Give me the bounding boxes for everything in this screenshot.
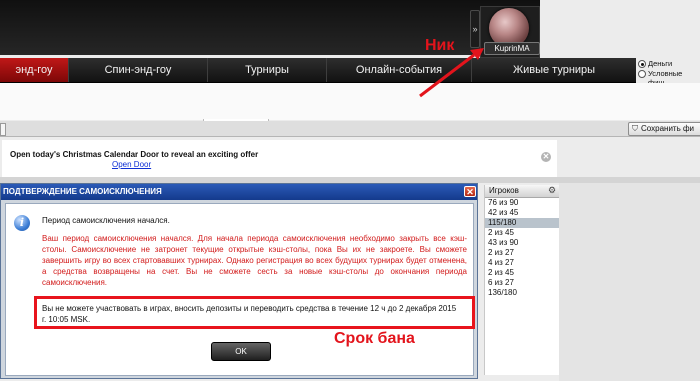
save-filter-button[interactable]: ⛉ Сохранить фи: [628, 122, 700, 136]
radio-selected-icon[interactable]: [638, 60, 646, 68]
toolbar-toggle-button[interactable]: [0, 123, 6, 136]
ok-button[interactable]: OK: [211, 342, 271, 361]
players-column: Игроков ⚙ 76 из 90 42 из 45 115/180 2 из…: [484, 185, 559, 375]
annotation-ban-term: Срок бана: [334, 330, 415, 347]
tab-live-tournaments[interactable]: Живые турниры: [472, 58, 636, 82]
table-row[interactable]: 42 из 45: [485, 208, 559, 218]
promo-text: Open today's Christmas Calendar Door to …: [10, 150, 259, 159]
close-icon[interactable]: ✕: [464, 186, 476, 197]
table-row[interactable]: 2 из 45: [485, 268, 559, 278]
tab-spin-and-go[interactable]: Спин-энд-гоу: [69, 58, 208, 82]
username-label: KuprinMA: [484, 42, 540, 55]
players-header[interactable]: Игроков ⚙: [485, 185, 559, 198]
self-exclusion-dialog: ПОДТВЕРЖДЕНИЕ САМОИСКЛЮЧЕНИЯ ✕ i Период …: [0, 183, 478, 379]
table-row[interactable]: 2 из 45: [485, 228, 559, 238]
info-icon: i: [14, 215, 30, 231]
table-row[interactable]: 4 из 27: [485, 258, 559, 268]
table-row[interactable]: 136/180: [485, 288, 559, 298]
table-row[interactable]: 2 из 27: [485, 248, 559, 258]
currency-option-money[interactable]: Деньги: [638, 59, 672, 68]
tab-tournaments[interactable]: Турниры: [208, 58, 327, 82]
ban-notice: Вы не можете участвовать в играх, вносит…: [42, 304, 457, 324]
tab-online-events[interactable]: Онлайн-события: [327, 58, 472, 82]
table-row[interactable]: 76 из 90: [485, 198, 559, 208]
promo-banner: Open today's Christmas Calendar Door to …: [2, 140, 557, 177]
radio-icon[interactable]: [638, 70, 646, 78]
table-row[interactable]: 6 из 27: [485, 278, 559, 288]
table-details-panel: [559, 183, 700, 381]
dialog-body: i Период самоисключения начался. Ваш пер…: [5, 203, 475, 376]
close-icon[interactable]: ✕: [541, 152, 551, 162]
table-row[interactable]: 43 из 90: [485, 238, 559, 248]
table-row-selected[interactable]: 115/180: [485, 218, 559, 228]
players-header-label: Игроков: [489, 186, 519, 195]
gear-icon[interactable]: ⚙: [548, 185, 556, 196]
lobby-toolbar: [0, 121, 700, 137]
annotation-nick: Ник: [425, 37, 455, 54]
tab-sit-and-go[interactable]: энд-гоу: [0, 58, 69, 82]
dialog-title: ПОДТВЕРЖДЕНИЕ САМОИСКЛЮЧЕНИЯ: [1, 184, 477, 200]
filter-icon: ⛉: [632, 124, 638, 133]
main-nav: энд-гоу Спин-энд-гоу Турниры Онлайн-собы…: [0, 58, 636, 83]
expand-panel-button[interactable]: »: [470, 10, 480, 48]
subnav-area: [0, 83, 700, 120]
top-right-panel: [540, 0, 700, 55]
dialog-heading: Период самоисключения начался.: [42, 216, 170, 225]
promo-open-door-link[interactable]: Open Door: [112, 160, 151, 169]
dialog-message: Ваш период самоисключения начался. Для н…: [42, 234, 467, 287]
